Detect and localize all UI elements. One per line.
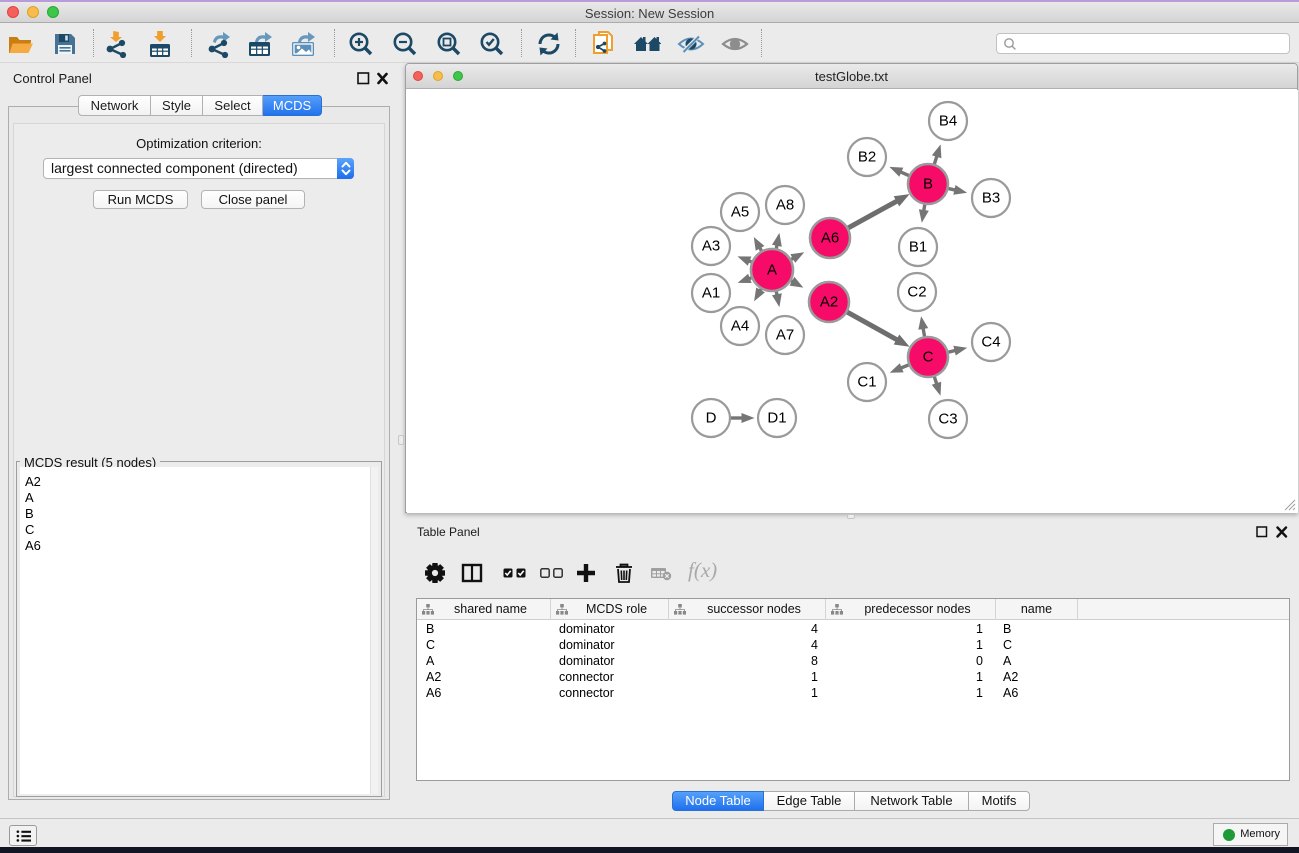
svg-text:B: B (923, 176, 933, 193)
svg-text:A: A (767, 262, 777, 279)
svg-text:B2: B2 (858, 149, 876, 166)
svg-text:A4: A4 (731, 318, 749, 335)
svg-text:A2: A2 (820, 294, 838, 311)
svg-text:C1: C1 (857, 374, 876, 391)
svg-text:A8: A8 (776, 197, 794, 214)
svg-text:B4: B4 (939, 113, 957, 130)
svg-text:A6: A6 (821, 230, 839, 247)
svg-text:A1: A1 (702, 285, 720, 302)
svg-text:C4: C4 (981, 334, 1000, 351)
svg-text:D1: D1 (767, 410, 786, 427)
svg-text:B1: B1 (909, 239, 927, 256)
svg-text:A3: A3 (702, 238, 720, 255)
svg-text:A5: A5 (731, 204, 749, 221)
svg-text:C2: C2 (907, 284, 926, 301)
svg-text:A7: A7 (776, 327, 794, 344)
svg-text:B3: B3 (982, 190, 1000, 207)
svg-text:C3: C3 (938, 411, 957, 428)
svg-text:D: D (706, 410, 717, 427)
svg-text:C: C (923, 349, 934, 366)
